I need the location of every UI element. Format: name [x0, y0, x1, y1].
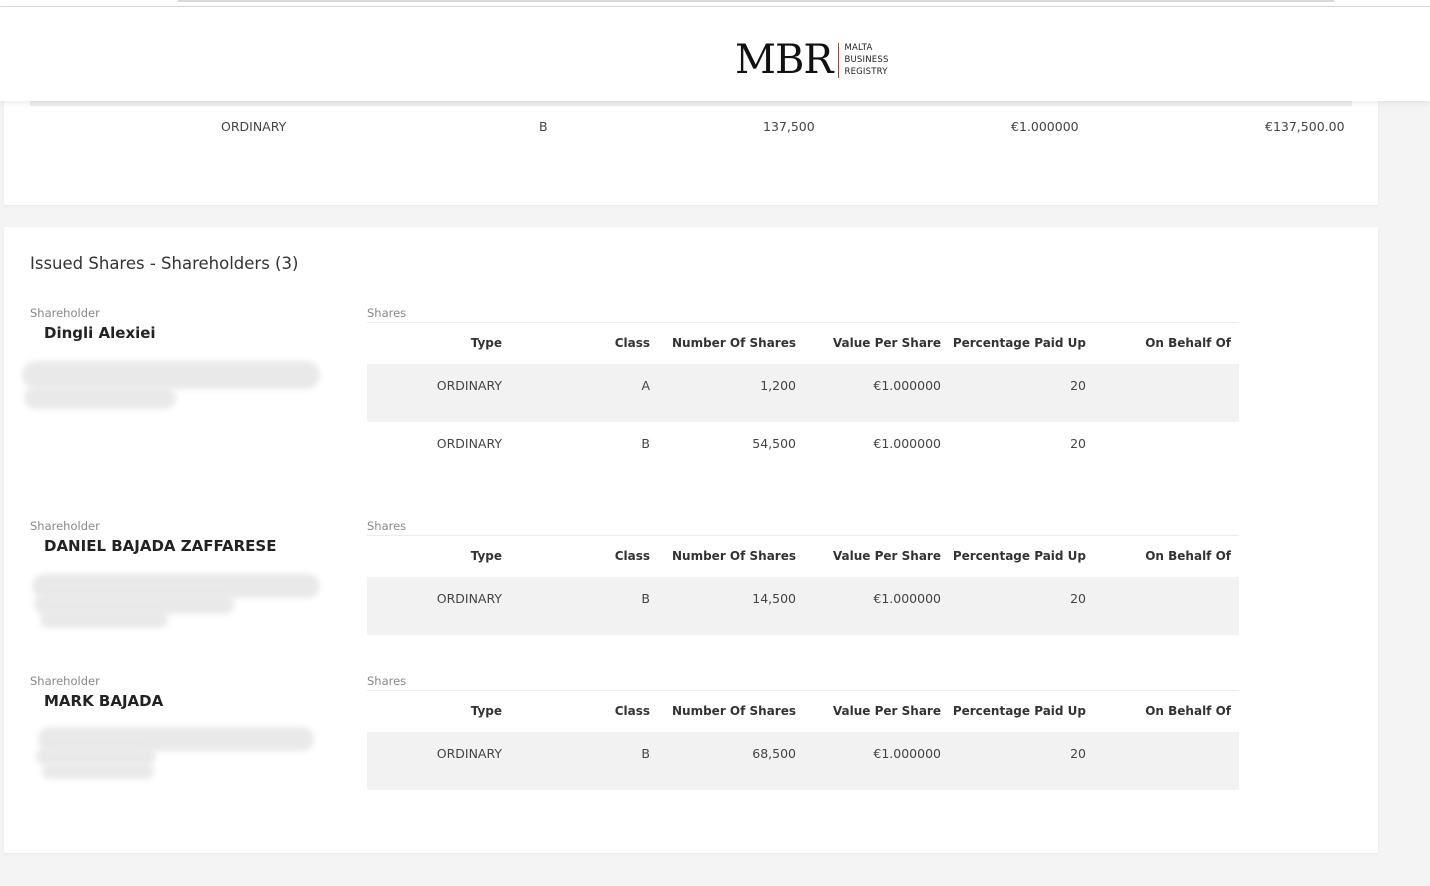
cell-value: €1.000000 — [873, 591, 941, 606]
cell-value: €1.000000 — [873, 378, 941, 393]
table-row: ORDINARY B 54,500 €1.000000 20 — [367, 422, 1239, 480]
shareholder-name: DANIEL BAJADA ZAFFARESE — [44, 537, 277, 555]
browser-edge — [0, 0, 1430, 7]
cell-value: €1.000000 — [873, 746, 941, 761]
shares-divider — [367, 535, 1239, 536]
cell-percentage: 20 — [1070, 591, 1086, 606]
cell-percentage: 20 — [1070, 378, 1086, 393]
shares-divider — [367, 322, 1239, 323]
shares-label: Shares — [367, 674, 407, 688]
share-value: €1.000000 — [1011, 119, 1079, 134]
share-number: 137,500 — [763, 119, 815, 134]
cell-type: ORDINARY — [436, 436, 502, 451]
cell-percentage: 20 — [1070, 746, 1086, 761]
col-type: Type — [470, 704, 502, 718]
logo-divider — [838, 42, 840, 78]
table-row: ORDINARY B 14,500 €1.000000 20 — [367, 577, 1239, 635]
cell-class: B — [641, 436, 650, 451]
cell-class: A — [641, 378, 650, 393]
share-total: €137,500.00 — [1265, 119, 1345, 134]
redacted-address — [24, 387, 176, 409]
col-behalf: On Behalf Of — [1145, 336, 1231, 350]
cell-number: 68,500 — [752, 746, 796, 761]
share-class: B — [539, 119, 548, 134]
share-type: ORDINARY — [221, 119, 287, 134]
cell-percentage: 20 — [1070, 436, 1086, 451]
shareholder-label: Shareholder — [30, 674, 100, 688]
col-class: Class — [614, 336, 650, 350]
shares-label: Shares — [367, 519, 407, 533]
cell-class: B — [641, 746, 650, 761]
col-number: Number Of Shares — [672, 336, 796, 350]
col-type: Type — [470, 336, 502, 350]
shares-divider — [367, 690, 1239, 691]
site-header: MBR MALTA BUSINESS REGISTRY — [0, 7, 1430, 101]
logo-mark: MBR — [735, 37, 833, 83]
col-value: Value Per Share — [832, 704, 941, 718]
cell-type: ORDINARY — [436, 378, 502, 393]
col-percentage: Percentage Paid Up — [952, 549, 1086, 563]
issued-shares-card: Issued Shares - Shareholders (3) Shareho… — [4, 227, 1378, 853]
cell-class: B — [641, 591, 650, 606]
redacted-address — [42, 763, 154, 779]
col-value: Value Per Share — [832, 336, 941, 350]
share-capital-row: ORDINARY B 137,500 €1.000000 €137,500.00 — [4, 119, 1378, 135]
col-class: Class — [614, 704, 650, 718]
redacted-address — [22, 361, 320, 389]
logo-sub-line: BUSINESS — [844, 55, 889, 65]
cell-number: 54,500 — [752, 436, 796, 451]
shareholder-label: Shareholder — [30, 519, 100, 533]
col-type: Type — [470, 549, 502, 563]
cell-number: 14,500 — [752, 591, 796, 606]
mbr-logo[interactable]: MBR MALTA BUSINESS REGISTRY — [735, 40, 889, 80]
shares-table-header: Type Class Number Of Shares Value Per Sh… — [367, 336, 1239, 356]
col-number: Number Of Shares — [672, 704, 796, 718]
share-capital-card: ORDINARY B 137,500 €1.000000 €137,500.00 — [4, 96, 1378, 205]
col-value: Value Per Share — [832, 549, 941, 563]
table-row: ORDINARY B 68,500 €1.000000 20 — [367, 732, 1239, 790]
cell-type: ORDINARY — [436, 591, 502, 606]
logo-subtitle: MALTA BUSINESS REGISTRY — [844, 42, 888, 78]
logo-sub-line: MALTA — [844, 43, 873, 53]
shares-table-header: Type Class Number Of Shares Value Per Sh… — [367, 549, 1239, 569]
redacted-address — [40, 610, 168, 628]
shareholder-name: MARK BAJADA — [44, 692, 164, 710]
col-percentage: Percentage Paid Up — [952, 704, 1086, 718]
shares-table-header: Type Class Number Of Shares Value Per Sh… — [367, 704, 1239, 724]
shares-label: Shares — [367, 306, 407, 320]
col-number: Number Of Shares — [672, 549, 796, 563]
cell-value: €1.000000 — [873, 436, 941, 451]
logo-sub-line: REGISTRY — [844, 67, 888, 77]
col-behalf: On Behalf Of — [1145, 704, 1231, 718]
col-behalf: On Behalf Of — [1145, 549, 1231, 563]
col-percentage: Percentage Paid Up — [952, 336, 1086, 350]
cell-number: 1,200 — [760, 378, 796, 393]
table-row: ORDINARY A 1,200 €1.000000 20 — [367, 364, 1239, 422]
col-class: Class — [614, 549, 650, 563]
shareholder-label: Shareholder — [30, 306, 100, 320]
section-title: Issued Shares - Shareholders (3) — [30, 254, 299, 273]
cell-type: ORDINARY — [436, 746, 502, 761]
shareholder-name: Dingli Alexiei — [44, 324, 156, 342]
browser-strip — [178, 0, 1334, 2]
